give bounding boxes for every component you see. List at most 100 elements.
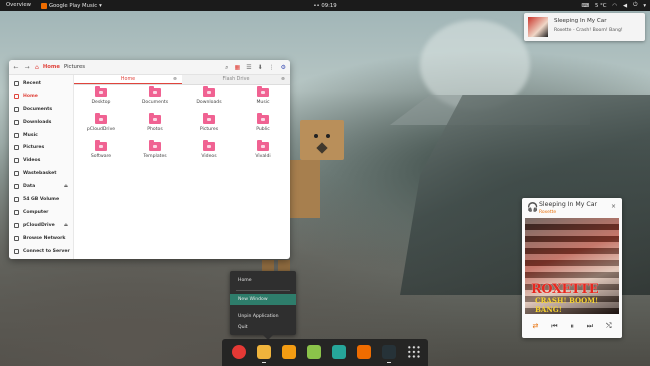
folder-icon	[149, 113, 161, 124]
cover-album-text: CRASH! BOOM! BANG!	[535, 296, 599, 314]
overview-button[interactable]: Overview	[0, 0, 37, 11]
previous-icon[interactable]: ⏮	[551, 322, 557, 331]
sidebar-item-pictures[interactable]: Pictures	[9, 141, 73, 154]
sidebar-item-recent[interactable]: Recent	[9, 77, 73, 90]
tab-label: Home	[120, 77, 136, 82]
folder-label: pCloudDrive	[86, 127, 116, 132]
files-icon[interactable]	[257, 345, 271, 359]
header-bar: ← → ⌂ Home Pictures ⌕ ▦ ☰ ⬇ ⋮ ⚙	[9, 60, 290, 75]
sidebar-item-music[interactable]: Music	[9, 129, 73, 142]
folder-icon	[203, 86, 215, 97]
sidebar-item-downloads[interactable]: Downloads	[9, 116, 73, 129]
keyboard-icon[interactable]: ⌨	[581, 3, 589, 9]
search-icon[interactable]: ⌕	[225, 64, 228, 72]
settings-icon[interactable]: ⚙	[281, 64, 286, 71]
sidebar-item-data[interactable]: Data ⏏	[9, 180, 73, 193]
folder-item[interactable]: Desktop	[74, 86, 128, 114]
app-menu-label: Google Play Music	[48, 2, 98, 9]
playback-controls: ⇄ ⏮ ⏸ ⏭ ⤭	[522, 318, 622, 334]
music-player-icon[interactable]	[357, 345, 371, 359]
folder-icon	[203, 140, 215, 151]
back-arrow-icon[interactable]: ←	[13, 64, 19, 71]
folder-icon	[95, 140, 107, 151]
close-icon[interactable]: ×	[611, 203, 616, 210]
list-view-icon[interactable]: ☰	[246, 64, 251, 71]
chevron-down-icon[interactable]: ▾	[643, 3, 646, 9]
folder-item[interactable]: Templates	[128, 140, 182, 168]
power-icon[interactable]: ⏻	[633, 2, 637, 9]
system-tray[interactable]: ⌨ 5 °C ◠ ◀ ⏻ ▾	[581, 0, 646, 11]
image-viewer-icon[interactable]	[307, 345, 321, 359]
chat-icon[interactable]	[332, 345, 346, 359]
volume-icon[interactable]: ◀	[623, 3, 627, 9]
folder-item[interactable]: Downloads	[182, 86, 236, 114]
sort-down-icon[interactable]: ⬇	[258, 64, 263, 71]
sidebar-item-computer[interactable]: Computer	[9, 206, 73, 219]
tab-close-icon[interactable]: ⊗	[281, 75, 285, 85]
header-actions: ⌕ ▦ ☰ ⬇ ⋮ ⚙	[225, 60, 286, 75]
sidebar-item-label: Data	[23, 184, 36, 190]
chrome-icon[interactable]	[232, 345, 246, 359]
sidebar-item-label: Videos	[23, 158, 41, 164]
next-icon[interactable]: ⏭	[587, 322, 593, 331]
sidebar-item-54-gb-volume[interactable]: 54 GB Volume	[9, 193, 73, 206]
sidebar-item-documents[interactable]: Documents	[9, 103, 73, 116]
folder-item[interactable]: pCloudDrive	[74, 113, 128, 141]
menu-item-home[interactable]: Home	[230, 275, 296, 286]
menu-item-unpin[interactable]: Unpin Application	[230, 311, 296, 322]
folder-label: Documents	[141, 100, 169, 105]
tab-home[interactable]: Home ⊗	[74, 75, 182, 84]
menu-item-new-window[interactable]: New Window	[230, 294, 296, 305]
sidebar-item-connect-to-server[interactable]: Connect to Server	[9, 245, 73, 258]
sidebar-item-label: Recent	[23, 80, 41, 86]
breadcrumb: ⌂ Home Pictures	[35, 64, 85, 71]
home-icon[interactable]: ⌂	[35, 64, 39, 71]
menu-icon[interactable]: ⋮	[269, 64, 275, 71]
running-indicator	[387, 362, 391, 363]
software-icon[interactable]	[282, 345, 296, 359]
sidebar-item-label: Wastebasket	[23, 171, 57, 177]
dock	[222, 339, 428, 366]
temperature-label[interactable]: 5 °C	[595, 3, 606, 9]
terminal-icon[interactable]	[382, 345, 396, 359]
folder-item[interactable]: Documents	[128, 86, 182, 114]
repeat-icon[interactable]: ⇄	[532, 322, 538, 330]
sidebar-item-browse-network[interactable]: Browse Network	[9, 232, 73, 245]
sidebar-item-home[interactable]: Home	[9, 90, 73, 103]
top-bar: Overview Google Play Music ▾ •• 09:19 ⌨ …	[0, 0, 650, 11]
forward-arrow-icon[interactable]: →	[24, 64, 30, 71]
folder-item[interactable]: Videos	[182, 140, 236, 168]
computer-icon	[14, 209, 19, 215]
eject-icon[interactable]: ⏏	[64, 223, 68, 228]
folder-item[interactable]: Public	[236, 113, 290, 141]
app-grid-icon[interactable]	[407, 345, 421, 359]
grid-view-icon[interactable]: ▦	[235, 64, 241, 71]
breadcrumb-home[interactable]: Home	[43, 64, 60, 70]
folder-icon	[257, 86, 269, 97]
menu-item-quit[interactable]: Quit	[230, 322, 296, 333]
folder-icon	[257, 140, 269, 151]
folder-item[interactable]: Vivaldi	[236, 140, 290, 168]
sidebar-item-pclouddrive[interactable]: pCloudDrive ⏏	[9, 219, 73, 232]
music-notification[interactable]: Sleeping In My Car Roxette - Crash! Boom…	[524, 13, 645, 41]
server-icon	[14, 248, 19, 254]
folder-item[interactable]: Music	[236, 86, 290, 114]
tab-close-icon[interactable]: ⊗	[173, 75, 177, 85]
sidebar-item-videos[interactable]: Videos	[9, 154, 73, 167]
app-menu[interactable]: Google Play Music ▾	[37, 0, 106, 11]
folder-label: Videos	[201, 154, 217, 159]
folder-item[interactable]: Photos	[128, 113, 182, 141]
eject-icon[interactable]: ⏏	[64, 184, 68, 189]
running-indicator	[262, 362, 266, 363]
drive-icon	[14, 184, 19, 190]
pause-icon[interactable]: ⏸	[570, 322, 574, 331]
sidebar-item-wastebasket[interactable]: Wastebasket	[9, 167, 73, 180]
wifi-icon[interactable]: ◠	[612, 3, 617, 9]
folder-item[interactable]: Software	[74, 140, 128, 168]
notification-title: Sleeping In My Car	[554, 18, 607, 24]
breadcrumb-pictures[interactable]: Pictures	[64, 64, 85, 70]
tab-flash-drive[interactable]: Flash Drive ⊗	[182, 75, 290, 84]
sidebar-item-label: 54 GB Volume	[23, 196, 60, 202]
folder-item[interactable]: Pictures	[182, 113, 236, 141]
shuffle-icon[interactable]: ⤭	[606, 322, 612, 331]
